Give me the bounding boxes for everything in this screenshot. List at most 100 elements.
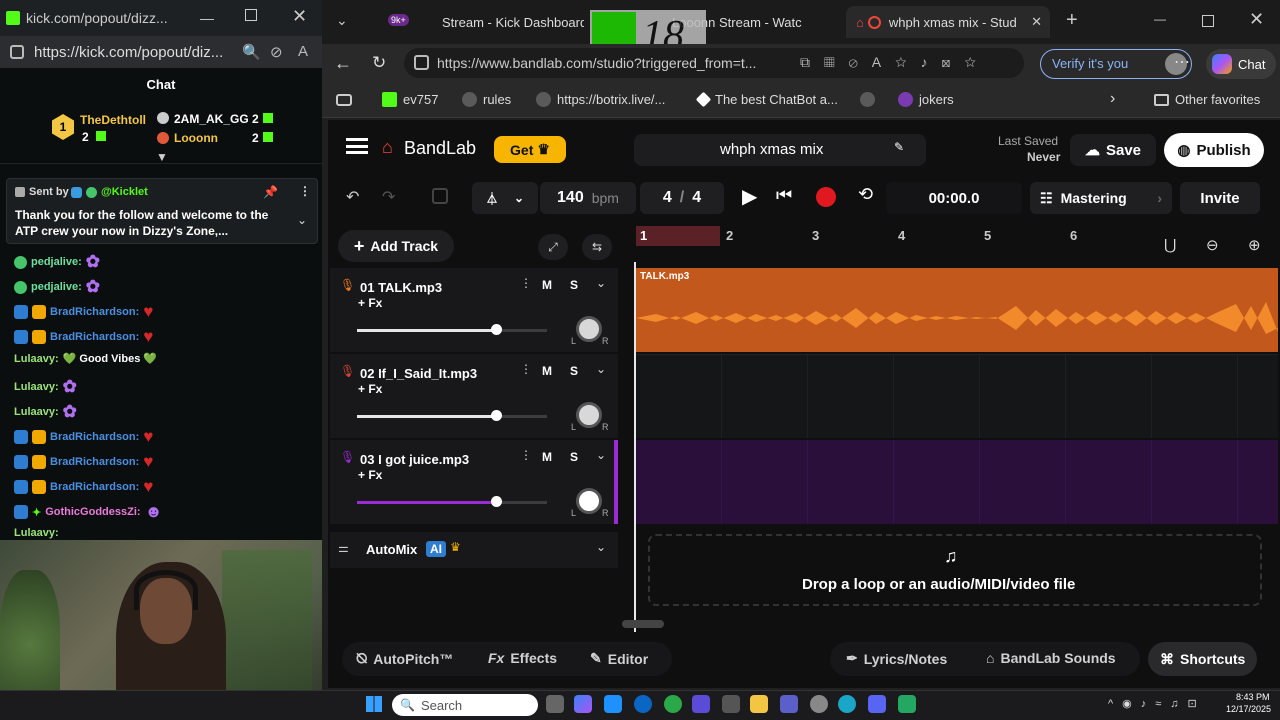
clock-date[interactable]: 12/17/2025 xyxy=(1226,704,1271,714)
chat-username[interactable]: Lulaavy: xyxy=(14,406,59,418)
expand-icon[interactable]: ▼ xyxy=(156,150,168,164)
volume-slider[interactable] xyxy=(357,415,547,418)
favorite-ev757[interactable]: ev757 xyxy=(382,92,438,107)
metronome-button[interactable]: ⏃ ⌄ xyxy=(472,182,538,214)
chevron-down-icon[interactable]: ⌄ xyxy=(596,540,606,554)
chat-username[interactable]: pedjalive: xyxy=(31,281,82,293)
add-fx-button[interactable]: + Fx xyxy=(358,296,382,310)
favorites-overflow-icon[interactable]: › xyxy=(1110,90,1115,108)
clock-time[interactable]: 8:43 PM xyxy=(1236,692,1270,702)
copilot-icon[interactable] xyxy=(574,695,592,713)
favorite-botrix[interactable]: https://botrix.live/... xyxy=(536,92,665,107)
publish-button[interactable]: ◍ Publish xyxy=(1164,133,1264,167)
audio-clip[interactable]: TALK.mp3 xyxy=(636,268,1278,352)
volume-knob[interactable] xyxy=(491,496,502,507)
snap-magnet-icon[interactable]: ⋃ xyxy=(1164,236,1176,254)
solo-button[interactable]: S xyxy=(570,450,578,464)
pin-icon[interactable]: 📌 xyxy=(263,185,278,199)
tab-bandlab-studio[interactable]: ⌂ whph xmas mix - Stud ✕ xyxy=(846,6,1050,38)
close-icon[interactable]: ✕ xyxy=(1249,9,1264,30)
app-icon[interactable] xyxy=(898,695,916,713)
maximize-icon[interactable] xyxy=(245,9,257,21)
loop-region-icon[interactable] xyxy=(432,188,448,204)
hp-icon[interactable] xyxy=(634,695,652,713)
play-icon[interactable]: ▶ xyxy=(742,184,757,209)
pan-knob[interactable] xyxy=(576,402,602,428)
editor-button[interactable]: ✎ Editor xyxy=(590,650,648,667)
edge-icon[interactable] xyxy=(838,695,856,713)
solo-button[interactable]: S xyxy=(570,278,578,292)
zoom-in-icon[interactable]: ⊕ xyxy=(1248,236,1261,254)
settings-more-icon[interactable]: ⋯ xyxy=(1174,52,1190,72)
add-fx-button[interactable]: + Fx xyxy=(358,468,382,482)
record-icon[interactable] xyxy=(816,187,836,207)
zoom-out-icon[interactable]: ⊖ xyxy=(1206,236,1219,254)
volume-knob[interactable] xyxy=(491,410,502,421)
chat-username[interactable]: BradRichardson: xyxy=(50,431,139,443)
undo-icon[interactable]: ↶ xyxy=(346,187,359,207)
tab-kick-dashboard[interactable]: Stream - Kick Dashboard xyxy=(424,6,584,38)
pan-knob[interactable] xyxy=(576,488,602,514)
solo-button[interactable]: S xyxy=(570,364,578,378)
chat-username[interactable]: BradRichardson: xyxy=(50,306,139,318)
ps-app-icon[interactable] xyxy=(604,695,622,713)
pan-knob[interactable] xyxy=(576,316,602,342)
start-icon[interactable] xyxy=(366,696,382,712)
page-actions-icons[interactable]: ⧉▦⊘A☆♪⊠☆ xyxy=(800,54,990,71)
autopitch-button[interactable]: ⦰ AutoPitch™ xyxy=(356,650,453,667)
track-header[interactable]: 🎙 01 TALK.mp3 + Fx ⋮ M S ⌄ L R xyxy=(330,268,618,352)
chevron-down-icon[interactable]: ⌄ xyxy=(596,448,606,462)
taskbar-search[interactable]: 🔍 Search xyxy=(392,694,538,716)
refresh-icon[interactable]: ↻ xyxy=(372,53,386,73)
track-header[interactable]: 🎙 03 I got juice.mp3 + Fx ⋮ M S ⌄ L R xyxy=(330,440,618,524)
tab-close-icon[interactable]: ✕ xyxy=(1031,14,1042,30)
add-track-button[interactable]: + Add Track xyxy=(338,230,454,262)
more-icon[interactable]: ⋮ xyxy=(520,448,532,462)
explorer-icon[interactable] xyxy=(750,695,768,713)
tempo-field[interactable]: 140 bpm xyxy=(540,182,636,214)
copilot-chat-button[interactable]: Chat xyxy=(1206,49,1276,79)
url-bar[interactable]: https://www.bandlab.com/studio?triggered… xyxy=(404,48,1024,78)
track-lane[interactable] xyxy=(636,440,1278,524)
minimize-icon[interactable]: — xyxy=(1154,12,1166,26)
volume-slider[interactable] xyxy=(357,329,547,332)
tracking-icon[interactable]: ⊘ xyxy=(270,43,283,61)
sounds-button[interactable]: ⌂ BandLab Sounds xyxy=(986,650,1116,666)
mute-button[interactable]: M xyxy=(542,278,552,292)
chat-username[interactable]: pedjalive: xyxy=(31,256,82,268)
chevron-down-icon[interactable]: ⌄ xyxy=(596,276,606,290)
chat-username[interactable]: BradRichardson: xyxy=(50,456,139,468)
back-icon[interactable]: ← xyxy=(334,53,352,74)
chat-username[interactable]: Lulaavy: xyxy=(14,381,59,393)
minimize-icon[interactable]: — xyxy=(200,10,214,26)
favorite-rules[interactable]: rules xyxy=(462,92,511,107)
invite-button[interactable]: Invite xyxy=(1180,182,1260,214)
maximize-icon[interactable] xyxy=(1202,15,1214,27)
read-aloud-icon[interactable]: A xyxy=(298,43,308,60)
shortcuts-button[interactable]: ⌘ Shortcuts xyxy=(1148,642,1258,676)
folder-icon[interactable] xyxy=(336,94,352,106)
tab-actions-icon[interactable]: ⌄ xyxy=(336,12,348,29)
task-view-icon[interactable] xyxy=(546,695,564,713)
mute-button[interactable]: M xyxy=(542,364,552,378)
horizontal-scrollbar[interactable] xyxy=(622,620,664,628)
pinned-message[interactable]: Sent by @Kicklet 📌 ⋮ Thank you for the f… xyxy=(6,178,318,244)
chevron-down-icon[interactable]: ⌄ xyxy=(596,362,606,376)
rewind-icon[interactable]: ⏮ xyxy=(776,185,792,206)
volume-slider[interactable] xyxy=(357,501,547,504)
effects-button[interactable]: Fx Effects xyxy=(488,650,557,666)
automix-row[interactable]: ⚌ AutoMix AI ♛ ⌄ xyxy=(330,532,618,568)
volume-knob[interactable] xyxy=(491,324,502,335)
favorite-globe[interactable] xyxy=(860,92,881,107)
lyrics-button[interactable]: ✒ Lyrics/Notes xyxy=(846,650,947,667)
zoom-icon[interactable]: 🔍 xyxy=(242,43,261,61)
save-button[interactable]: ☁ Save xyxy=(1070,134,1156,166)
menu-icon[interactable] xyxy=(346,138,368,154)
mute-button[interactable]: M xyxy=(542,450,552,464)
chat-username[interactable]: GothicGoddessZi: xyxy=(45,506,140,518)
other-favorites[interactable]: Other favorites xyxy=(1154,92,1260,107)
loop-icon[interactable]: ⟲ xyxy=(858,184,873,205)
chat-username[interactable]: Lulaavy: xyxy=(14,527,59,539)
favorite-chatbot[interactable]: The best ChatBot a... xyxy=(695,91,838,108)
get-button[interactable]: Get ♛ xyxy=(494,136,566,163)
